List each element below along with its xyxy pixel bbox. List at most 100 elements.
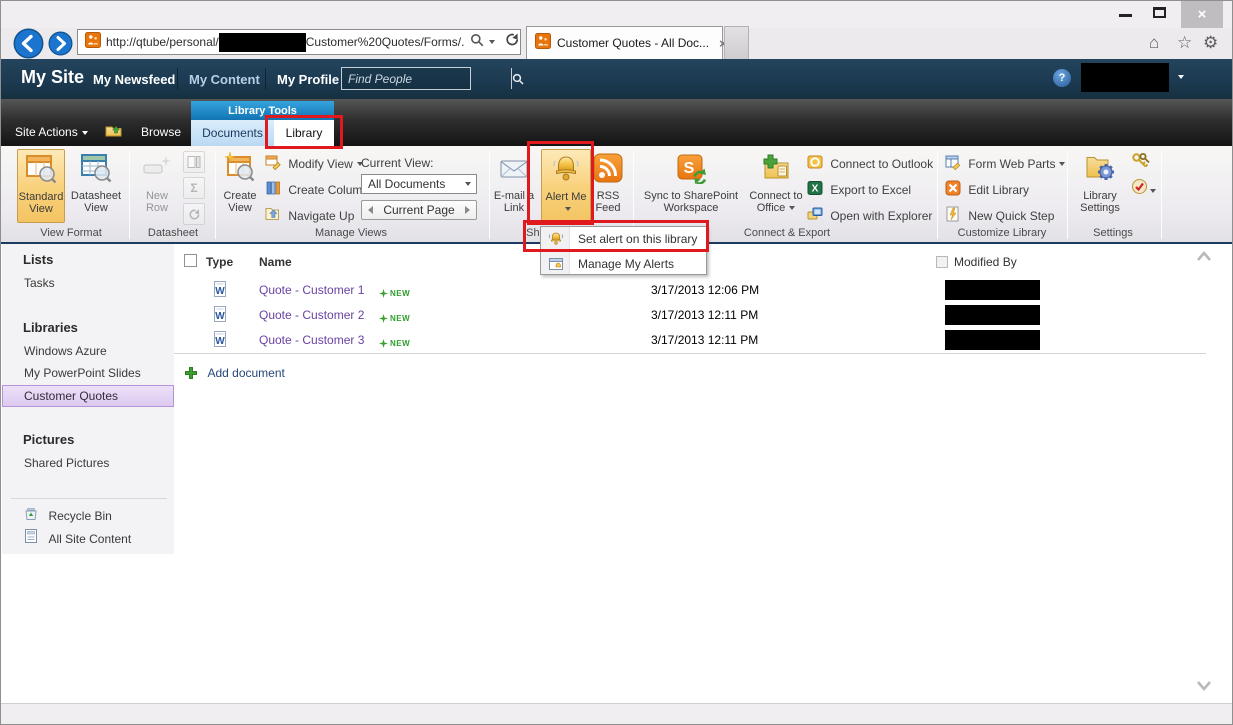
document-link[interactable]: Quote - Customer 3: [259, 333, 364, 347]
window-titlebar: [1, 1, 1232, 28]
library-tools-header: Library Tools: [191, 101, 334, 120]
sidebar-item-my-powerpoint-slides[interactable]: My PowerPoint Slides: [24, 366, 141, 380]
totals-sigma-button: Σ: [183, 177, 205, 199]
form-web-parts-button[interactable]: Form Web Parts: [945, 154, 1065, 173]
alert-me-dropdown-menu: Set alert on this library Manage My Aler…: [540, 226, 707, 275]
add-document-link[interactable]: Add document: [184, 364, 285, 382]
tab-library[interactable]: Library: [274, 120, 334, 146]
new-quick-step-icon: [945, 211, 961, 225]
previous-page-icon[interactable]: [368, 206, 373, 214]
new-sparkle-icon: [379, 339, 388, 348]
tab-documents[interactable]: Documents: [191, 120, 274, 146]
help-icon[interactable]: ?: [1053, 69, 1071, 87]
search-icon[interactable]: [470, 33, 484, 52]
current-view-label: Current View:: [361, 156, 433, 170]
sidebar-item-all-site-content[interactable]: All Site Content: [23, 528, 131, 549]
add-plus-icon: [184, 366, 198, 380]
refresh-data-button: [183, 203, 205, 225]
datasheet-view-button[interactable]: Datasheet View: [67, 149, 125, 223]
sidebar-item-tasks[interactable]: Tasks: [24, 276, 55, 290]
sidebar-item-customer-quotes[interactable]: Customer Quotes: [2, 385, 174, 407]
site-favicon: [85, 32, 101, 53]
back-icon: [13, 28, 44, 59]
library-settings-button[interactable]: Library Settings: [1073, 149, 1127, 223]
address-dropdown-icon[interactable]: [489, 40, 495, 44]
nav-my-content[interactable]: My Content: [189, 72, 260, 87]
modified-by-redacted: [945, 305, 1040, 325]
workflow-settings-button[interactable]: [1131, 178, 1156, 200]
word-document-icon[interactable]: W: [212, 331, 228, 352]
forward-button[interactable]: [48, 31, 73, 61]
email-link-icon: [498, 152, 530, 187]
sidebar-item-windows-azure[interactable]: Windows Azure: [24, 344, 107, 358]
close-window-button[interactable]: ×: [1181, 1, 1223, 28]
new-sparkle-icon: [379, 314, 388, 323]
sidebar-item-shared-pictures[interactable]: Shared Pictures: [24, 456, 109, 470]
standard-view-button[interactable]: Standard View: [17, 149, 65, 223]
next-page-icon[interactable]: [465, 206, 470, 214]
open-with-explorer-button[interactable]: Open with Explorer: [807, 206, 932, 225]
navigate-up-folder-icon[interactable]: [105, 122, 124, 144]
site-actions-menu[interactable]: Site Actions: [15, 125, 88, 139]
new-quick-step-button[interactable]: New Quick Step: [945, 206, 1054, 225]
modify-view-button[interactable]: Modify View: [265, 154, 363, 173]
edit-library-button[interactable]: Edit Library: [945, 180, 1029, 199]
document-link[interactable]: Quote - Customer 1: [259, 283, 364, 297]
export-to-excel-button[interactable]: X Export to Excel: [807, 180, 911, 199]
browser-tab[interactable]: Customer Quotes - All Doc... ×: [526, 26, 723, 59]
page-navigator[interactable]: Current Page: [361, 200, 477, 220]
address-bar[interactable]: http://qtube/personal/ Customer%20Quotes…: [77, 29, 521, 55]
find-people-search-icon[interactable]: [511, 68, 524, 89]
alert-me-button[interactable]: Alert Me: [541, 149, 591, 223]
library-permissions-button[interactable]: [1131, 152, 1151, 175]
minimize-icon[interactable]: [1119, 14, 1132, 17]
library-settings-icon: [1084, 152, 1116, 187]
select-all-checkbox[interactable]: [184, 254, 197, 267]
current-view-dropdown[interactable]: All Documents: [361, 174, 477, 194]
sidebar-header-lists: Lists: [23, 252, 53, 267]
site-actions-caret-icon: [82, 131, 88, 135]
maximize-icon[interactable]: [1153, 7, 1166, 18]
new-badge: NEW: [379, 310, 410, 328]
user-menu-redacted[interactable]: [1081, 63, 1169, 92]
divider: [177, 68, 178, 90]
rss-feed-button[interactable]: RSS Feed: [585, 149, 631, 223]
user-menu-caret-icon[interactable]: [1178, 75, 1184, 79]
refresh-icon[interactable]: [505, 32, 520, 52]
group-label-manage-views: Manage Views: [271, 227, 431, 239]
email-link-button[interactable]: E-mail a Link: [487, 149, 541, 223]
mysite-brand[interactable]: My Site: [21, 67, 84, 88]
divider: [937, 151, 938, 239]
create-view-button[interactable]: Create View: [217, 149, 263, 223]
new-tab-button[interactable]: [724, 26, 749, 59]
settings-gear-icon[interactable]: ⚙: [1203, 33, 1218, 53]
word-document-icon[interactable]: W: [212, 306, 228, 327]
svg-text:X: X: [812, 184, 819, 195]
scroll-up-icon[interactable]: [1195, 249, 1213, 268]
document-link[interactable]: Quote - Customer 2: [259, 308, 364, 322]
sync-workspace-button[interactable]: S Sync to SharePoint Workspace: [635, 149, 747, 223]
find-people-search[interactable]: [341, 67, 471, 90]
word-document-icon[interactable]: W: [212, 281, 228, 302]
find-people-input[interactable]: [342, 68, 511, 89]
nav-my-newsfeed[interactable]: My Newsfeed: [93, 72, 175, 87]
sidebar-item-recycle-bin[interactable]: Recycle Bin: [23, 505, 112, 526]
tab-browse[interactable]: Browse: [141, 125, 181, 139]
connect-to-outlook-button[interactable]: Connect to Outlook: [807, 154, 933, 173]
favorites-star-icon[interactable]: ☆: [1177, 33, 1192, 53]
menu-item-manage-alerts[interactable]: Manage My Alerts: [541, 252, 706, 276]
connect-to-office-button[interactable]: Connect to Office: [745, 149, 807, 223]
menu-item-set-alert[interactable]: Set alert on this library: [541, 227, 706, 251]
nav-my-profile[interactable]: My Profile: [277, 72, 339, 87]
divider: [1067, 151, 1068, 239]
navigate-up-button[interactable]: Navigate Up: [265, 206, 354, 225]
column-header-type[interactable]: Type: [206, 255, 233, 269]
modify-view-icon: [265, 159, 281, 173]
column-header-name[interactable]: Name: [259, 255, 292, 269]
url-text-suffix: Customer%20Quotes/Forms/.: [306, 35, 465, 49]
column-header-modified-by[interactable]: Modified By: [954, 255, 1017, 269]
create-column-button[interactable]: Create Column: [265, 180, 369, 199]
explorer-icon: [807, 211, 823, 225]
scroll-down-icon[interactable]: [1195, 679, 1213, 698]
home-icon[interactable]: ⌂: [1149, 33, 1159, 53]
